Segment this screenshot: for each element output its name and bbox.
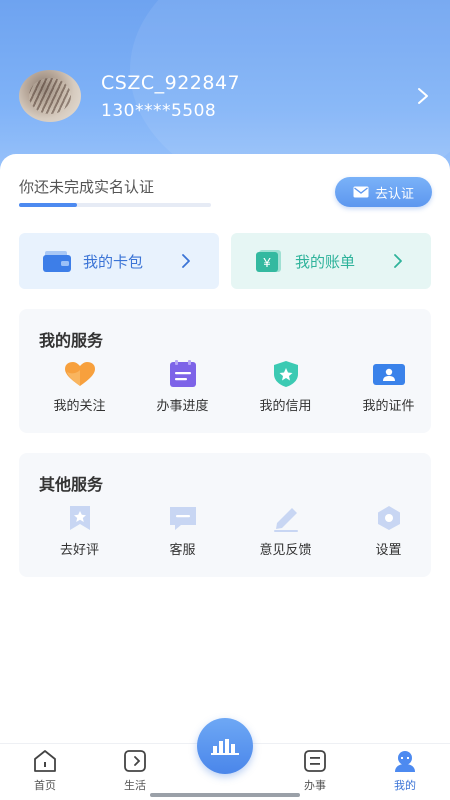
bill-icon: ¥: [256, 250, 281, 272]
mail-icon: [353, 186, 369, 198]
wallet-label: 我的卡包: [83, 252, 144, 271]
pencil-icon: [273, 508, 298, 532]
other-item-label: 客服: [169, 543, 196, 558]
other-services-panel: 其他服务 去好评 客服 意见反馈 设置: [19, 453, 431, 577]
user-icon: [395, 751, 415, 772]
bill-card[interactable]: ¥ 我的账单: [231, 233, 431, 289]
phone-number: 130****5508: [101, 101, 217, 121]
my-services-panel: 我的服务 我的关注 办事进度 我的信用 我的证件: [19, 309, 431, 433]
other-item-label: 去好评: [59, 543, 99, 558]
list-icon: [304, 750, 326, 772]
tab-mine[interactable]: 我的: [375, 748, 435, 793]
other-item-feedback[interactable]: 意见反馈: [243, 503, 328, 558]
service-item-label: 我的信用: [259, 399, 312, 414]
verify-button-label: 去认证: [374, 186, 414, 202]
chat-icon: [169, 507, 196, 530]
verification-progress: [19, 203, 211, 207]
tab-life[interactable]: 生活: [105, 748, 165, 793]
bookmark-star-icon: [69, 506, 90, 530]
verify-button[interactable]: 去认证: [335, 177, 432, 207]
life-icon: [124, 750, 146, 772]
heart-icon: [64, 362, 95, 386]
tab-home-label: 首页: [34, 779, 56, 792]
center-action-button[interactable]: [197, 718, 253, 774]
verification-progress-fill: [19, 203, 77, 207]
service-item-label: 我的证件: [362, 399, 415, 414]
wallet-card[interactable]: 我的卡包: [19, 233, 219, 289]
other-services-title: 其他服务: [39, 475, 104, 494]
tab-affairs-label: 办事: [304, 779, 326, 792]
wallet-icon: [43, 251, 71, 272]
service-item-certificates[interactable]: 我的证件: [346, 359, 431, 414]
username: CSZC_922847: [101, 72, 241, 94]
gear-icon: [377, 506, 400, 530]
bill-label: 我的账单: [295, 252, 356, 271]
my-services-title: 我的服务: [39, 331, 104, 350]
home-indicator: [150, 793, 300, 797]
service-item-progress[interactable]: 办事进度: [140, 359, 225, 414]
main-content: 你还未完成实名认证 去认证 我的卡包 ¥ 我的账单 我的服务 我的关注 办事进度…: [0, 154, 450, 754]
shield-star-icon: [273, 361, 298, 387]
other-item-customer-service[interactable]: 客服: [140, 503, 225, 558]
chevron-right-icon: [394, 254, 402, 268]
calendar-icon: [169, 360, 196, 387]
tab-home[interactable]: 首页: [15, 748, 75, 793]
chevron-right-icon: [182, 254, 190, 268]
tab-life-label: 生活: [124, 779, 146, 792]
service-item-credit[interactable]: 我的信用: [243, 359, 328, 414]
verification-prompt: 你还未完成实名认证: [19, 178, 155, 196]
service-item-label: 办事进度: [156, 399, 209, 414]
city-icon: [211, 739, 239, 755]
tab-affairs[interactable]: 办事: [285, 748, 345, 793]
other-item-label: 意见反馈: [259, 543, 312, 558]
other-item-review[interactable]: 去好评: [37, 503, 122, 558]
service-item-label: 我的关注: [53, 399, 106, 414]
home-icon: [34, 750, 56, 772]
avatar[interactable]: [19, 70, 81, 122]
chevron-right-icon[interactable]: [416, 86, 430, 106]
id-card-icon: [372, 364, 405, 385]
svg-text:¥: ¥: [262, 255, 271, 270]
service-item-follow[interactable]: 我的关注: [37, 359, 122, 414]
other-item-label: 设置: [375, 543, 402, 558]
other-item-settings[interactable]: 设置: [346, 503, 431, 558]
tab-mine-label: 我的: [394, 779, 416, 792]
